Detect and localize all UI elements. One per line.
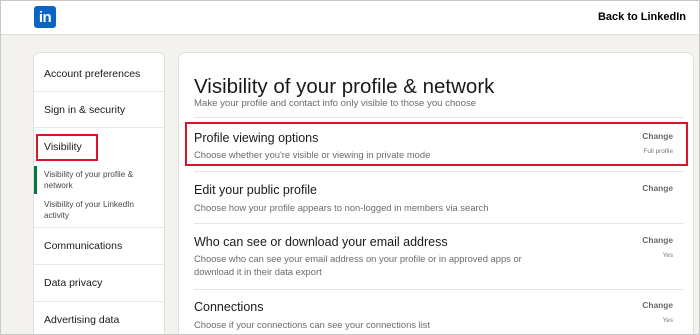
sidebar-subitem-visibility-linkedin-activity[interactable]: Visibility of your LinkedIn activity <box>34 199 164 221</box>
change-button[interactable]: Change <box>642 131 673 141</box>
divider <box>34 264 164 265</box>
divider <box>34 301 164 302</box>
setting-status: Full profile <box>643 148 673 155</box>
sidebar-item-communications[interactable]: Communications <box>34 240 164 252</box>
setting-title: Connections <box>194 300 264 314</box>
sidebar-item-account-preferences[interactable]: Account preferences <box>34 68 164 80</box>
divider <box>34 127 164 128</box>
page-subtitle: Make your profile and contact info only … <box>194 98 477 109</box>
setting-title: Edit your public profile <box>194 183 317 197</box>
setting-description: Choose if your connections can see your … <box>194 319 431 330</box>
setting-row-profile-viewing-options[interactable]: Profile viewing options Choose whether y… <box>179 117 693 171</box>
divider <box>34 91 164 92</box>
setting-description: Choose whether you're visible or viewing… <box>194 149 431 160</box>
setting-title: Who can see or download your email addre… <box>194 235 448 249</box>
setting-row-email-address[interactable]: Who can see or download your email addre… <box>179 223 693 289</box>
back-to-linkedin-link[interactable]: Back to LinkedIn <box>598 11 686 23</box>
divider <box>34 227 164 228</box>
sidebar-item-data-privacy[interactable]: Data privacy <box>34 277 164 289</box>
sidebar-item-advertising-data[interactable]: Advertising data <box>34 314 164 326</box>
change-button[interactable]: Change <box>642 300 673 310</box>
linkedin-logo-icon[interactable]: in <box>34 6 56 28</box>
sidebar-item-sign-in-security[interactable]: Sign in & security <box>34 104 164 116</box>
page-title: Visibility of your profile & network <box>194 75 495 98</box>
setting-description: Choose how your profile appears to non-l… <box>194 202 489 213</box>
setting-title: Profile viewing options <box>194 131 319 145</box>
visibility-settings-card: Visibility of your profile & network Mak… <box>179 53 693 335</box>
setting-row-edit-public-profile[interactable]: Edit your public profile Choose how your… <box>179 171 693 223</box>
change-button[interactable]: Change <box>642 183 673 193</box>
sidebar-item-visibility[interactable]: Visibility <box>34 141 164 153</box>
top-bar: in Back to LinkedIn <box>0 0 700 35</box>
sidebar-subitem-visibility-profile-network[interactable]: Visibility of your profile & network <box>34 166 164 194</box>
change-button[interactable]: Change <box>642 235 673 245</box>
setting-status: Yes <box>662 252 673 259</box>
setting-status: Yes <box>662 317 673 324</box>
settings-sidebar: Account preferences Sign in & security V… <box>34 53 164 335</box>
setting-row-connections[interactable]: Connections Choose if your connections c… <box>179 289 693 335</box>
setting-description: Choose who can see your email address on… <box>194 253 522 277</box>
